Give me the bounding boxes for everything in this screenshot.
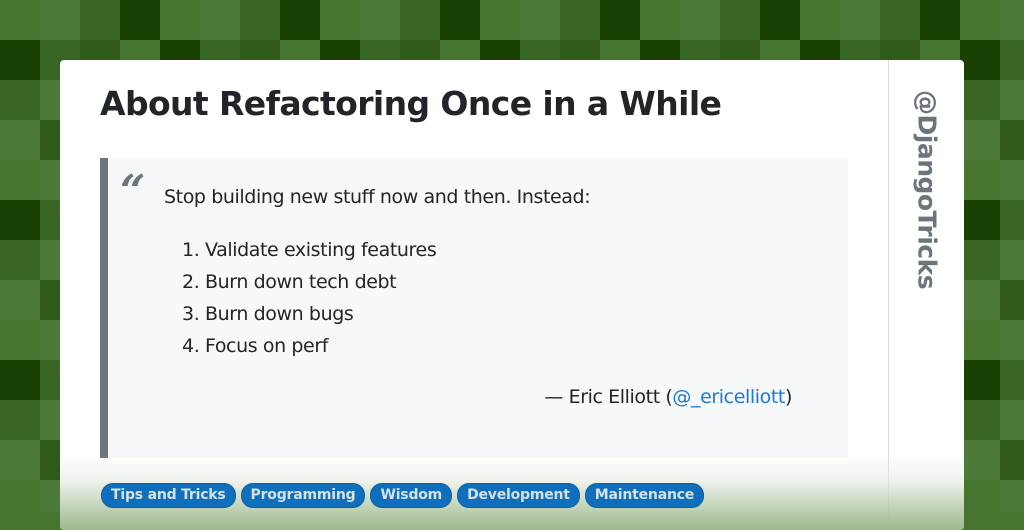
bg-tile [480,0,520,40]
bg-tile [640,0,680,40]
bg-tile [1000,480,1024,512]
bg-tile [840,0,880,40]
post-card: About Refactoring Once in a While “ Stop… [60,60,964,530]
bg-tile [1000,400,1024,440]
tag[interactable]: Tips and Tricks [101,483,236,508]
brand-handle-text: @DjangoTricks [912,90,942,290]
author-handle-link[interactable]: @_ericelliott [672,386,785,408]
bg-tile [1000,80,1024,120]
bg-tile [960,160,1000,200]
bg-tile [1000,240,1024,280]
bg-tile [960,360,1000,400]
bg-tile [0,80,40,120]
bg-tile [240,0,280,40]
blockquote: “ Stop building new stuff now and then. … [100,158,848,458]
bg-tile [120,0,160,40]
bg-tile [920,0,960,40]
bg-tile [960,120,1000,160]
bg-tile [960,400,1000,440]
bg-tile [1000,40,1024,80]
bg-tile [400,0,440,40]
bg-tile [1000,0,1024,40]
bg-tile [800,0,840,40]
bg-tile [960,0,1000,40]
bg-tile [320,0,360,40]
bg-tile [200,0,240,40]
bg-tile [1000,280,1024,320]
bg-tile [0,200,40,240]
quote-lead: Stop building new stuff now and then. In… [164,186,591,208]
list-item: 2. Burn down tech debt [182,271,397,293]
list-item: 1. Validate existing features [182,239,437,261]
bg-tile [520,0,560,40]
bg-tile [0,480,40,512]
attribution-author: — Eric Elliott ( [544,386,673,408]
tag-list: Tips and Tricks Programming Wisdom Devel… [101,483,705,508]
bg-tile [1000,120,1024,160]
bg-tile [0,360,40,400]
bg-tile [0,440,40,480]
quote-list: 1. Validate existing features 2. Burn do… [182,237,437,365]
tag[interactable]: Development [457,483,580,508]
bg-tile [760,0,800,40]
bg-tile [1000,440,1024,480]
bg-tile [1000,320,1024,360]
bg-tile [280,0,320,40]
bg-tile [0,280,40,320]
bg-tile [960,280,1000,320]
bg-tile [960,40,1000,80]
bg-tile [1000,200,1024,240]
bg-tile [960,480,1000,512]
brand-handle: @DjangoTricks [903,90,951,310]
bg-tile [960,320,1000,360]
bg-tile [1000,360,1024,400]
tag[interactable]: Programming [240,483,366,508]
post-title: About Refactoring Once in a While [100,84,722,123]
attribution-close: ) [784,386,792,408]
bg-tile [560,0,600,40]
bg-tile [0,240,40,280]
bg-tile [0,120,40,160]
tag[interactable]: Wisdom [370,483,453,508]
bg-tile [440,0,480,40]
bg-tile [880,0,920,40]
bg-tile [0,400,40,440]
bg-tile [960,240,1000,280]
bg-tile [680,0,720,40]
quote-attribution: — Eric Elliott (@_ericelliott) [544,386,792,408]
bg-tile [960,440,1000,480]
bg-tile [80,0,120,40]
bg-tile [960,80,1000,120]
bg-tile [1000,160,1024,200]
list-item: 3. Burn down bugs [182,303,354,325]
bg-tile [0,40,40,80]
bg-tile [720,0,760,40]
bg-tile [0,160,40,200]
open-quote-icon: “ [120,166,146,217]
tag[interactable]: Maintenance [584,483,705,508]
sidebar: @DjangoTricks [888,60,964,530]
bg-tile [360,0,400,40]
bg-tile [160,0,200,40]
bg-tile [40,0,80,40]
post-main: About Refactoring Once in a While “ Stop… [60,60,888,530]
bg-tile [960,200,1000,240]
bg-tile [0,320,40,360]
bg-tile [0,0,40,40]
bg-tile [600,0,640,40]
list-item: 4. Focus on perf [182,335,329,357]
